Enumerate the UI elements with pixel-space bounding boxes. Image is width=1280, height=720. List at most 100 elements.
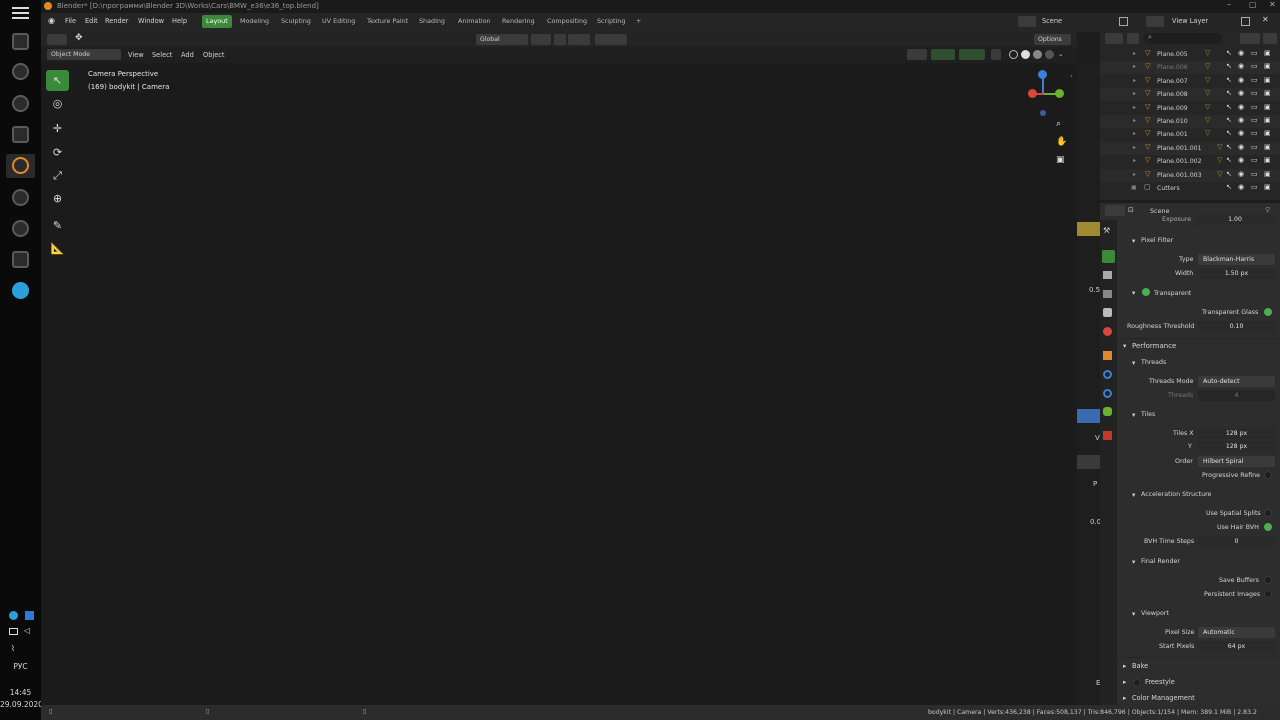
bake-header[interactable]: Bake [1132, 662, 1148, 670]
tiles-y-field[interactable]: 128 px [1198, 441, 1275, 452]
render-toggle-icon[interactable]: ▣ [1264, 116, 1271, 124]
shading-wire-icon[interactable] [1009, 50, 1018, 59]
shading-solid-icon[interactable] [1021, 50, 1030, 59]
tiles-x-field[interactable]: 128 px [1198, 428, 1275, 439]
eye-icon[interactable]: ◉ [1238, 116, 1244, 124]
orientation-dropdown[interactable]: Global [476, 34, 528, 45]
viewport-toggle-icon[interactable]: ▭ [1251, 129, 1258, 137]
tray-telegram-icon[interactable] [9, 611, 18, 620]
tiles-toggle[interactable]: ▾ [1132, 411, 1135, 419]
pan-hand-icon[interactable]: ✋ [1056, 137, 1067, 147]
new-collection-icon[interactable] [1263, 33, 1277, 44]
viewport-toggle-icon[interactable]: ▭ [1251, 76, 1258, 84]
row-name[interactable]: Cutters [1157, 185, 1180, 192]
width-field[interactable]: 1.50 px [1198, 268, 1275, 279]
row-name[interactable]: Plane.008 [1157, 91, 1188, 98]
render-toggle-icon[interactable]: ▣ [1264, 62, 1271, 70]
start-menu-icon[interactable] [12, 7, 29, 19]
render-toggle-icon[interactable]: ▣ [1264, 183, 1271, 191]
viewport-toggle-icon[interactable]: ▭ [1251, 89, 1258, 97]
threads-mode-dropdown[interactable]: Auto-detect [1198, 376, 1275, 387]
select-toggle-icon[interactable]: ↖ [1226, 129, 1232, 137]
threads-toggle[interactable]: ▾ [1132, 359, 1135, 367]
xray-icon[interactable] [991, 49, 1001, 60]
shading-options-icon[interactable]: ⌄ [1058, 50, 1064, 58]
file-explorer-icon[interactable] [12, 33, 29, 50]
scene-copy-icon[interactable] [1119, 17, 1128, 26]
row-expand-icon[interactable]: ▸ [1133, 77, 1136, 84]
pivot-icon[interactable] [531, 34, 551, 45]
row-name[interactable]: Plane.001.003 [1157, 172, 1202, 179]
viewport-section-toggle[interactable]: ▾ [1132, 610, 1135, 618]
eye-icon[interactable]: ◉ [1238, 76, 1244, 84]
eye-icon[interactable]: ◉ [1238, 49, 1244, 57]
threads-header[interactable]: Threads [1141, 359, 1166, 366]
visibility-icon[interactable] [907, 49, 927, 60]
progressive-refine-checkbox[interactable] [1264, 471, 1272, 479]
order-dropdown[interactable]: Hilbert Spiral [1198, 456, 1275, 467]
roughness-field[interactable]: 0.10 [1198, 321, 1275, 332]
active-tool-icon[interactable] [47, 34, 67, 45]
eye-icon[interactable]: ◉ [1238, 143, 1244, 151]
outliner-row[interactable]: ▸ ▽ Plane.005 ▽ ↖ ◉ ▭ ▣ [1100, 48, 1280, 61]
zoom-icon[interactable]: ⌕ [1056, 119, 1061, 129]
outliner-row[interactable]: ▸ ▽ Plane.001.001 ▽ ↖ ◉ ▭ ▣ [1100, 141, 1280, 155]
render-toggle-icon[interactable]: ▣ [1264, 170, 1271, 178]
outliner-row[interactable]: ▸ ▽ Plane.007 ▽ ↖ ◉ ▭ ▣ [1100, 75, 1280, 88]
view-layer-tab-icon[interactable] [1103, 290, 1112, 298]
clock-date[interactable]: 29.09.2020 [0, 700, 43, 709]
filter-icon[interactable] [1240, 33, 1260, 44]
render-toggle-icon[interactable]: ▣ [1264, 103, 1271, 111]
scene-tab-icon[interactable] [1103, 308, 1112, 317]
minimize-button[interactable]: – [1227, 0, 1231, 9]
scale-tool-icon[interactable]: ⤢ [46, 165, 69, 186]
gizmo-x-axis-icon[interactable] [1028, 89, 1037, 98]
render-toggle-icon[interactable]: ▣ [1264, 143, 1271, 151]
render-toggle-icon[interactable]: ▣ [1264, 76, 1271, 84]
annotate-tool-icon[interactable]: ✎ [46, 215, 69, 236]
tab-layout[interactable]: Layout [202, 15, 232, 28]
row-expand-icon[interactable]: ▸ [1133, 144, 1136, 151]
measure-tool-icon[interactable]: 📐 [46, 238, 69, 259]
transform-tool-icon[interactable]: ⊕ [46, 188, 69, 209]
view-layer-copy-icon[interactable] [1241, 17, 1250, 26]
freestyle-header[interactable]: Freestyle [1145, 678, 1175, 686]
tab-sculpting[interactable]: Sculpting [277, 15, 315, 28]
eye-icon[interactable]: ◉ [1238, 183, 1244, 191]
freestyle-checkbox[interactable] [1133, 679, 1141, 687]
collapse-sidebar-icon[interactable]: ‹ [1070, 72, 1073, 80]
tab-modeling[interactable]: Modeling [236, 15, 273, 28]
gizmo-y-axis-icon[interactable] [1055, 89, 1064, 98]
mode-dropdown[interactable]: Object Mode [47, 49, 121, 60]
final-render-header[interactable]: Final Render [1141, 558, 1180, 565]
viewport-toggle-icon[interactable]: ▭ [1251, 49, 1258, 57]
tab-texture-paint[interactable]: Texture Paint [363, 15, 412, 28]
menu-view[interactable]: View [128, 51, 144, 59]
tab-shading[interactable]: Shading [415, 15, 449, 28]
accel-toggle[interactable]: ▾ [1132, 491, 1135, 499]
blender-menu-icon[interactable]: ◉ [48, 16, 55, 25]
eye-icon[interactable]: ◉ [1238, 129, 1244, 137]
modifier-tab-icon[interactable] [1103, 370, 1112, 379]
eye-icon[interactable]: ◉ [1238, 62, 1244, 70]
tray-app-icon[interactable] [25, 611, 34, 620]
threads-count-field[interactable]: 4 [1198, 390, 1275, 401]
row-expand-icon[interactable]: ▸ [1133, 117, 1136, 124]
view-layer-remove-icon[interactable]: ✕ [1262, 15, 1269, 24]
hair-bvh-checkbox[interactable] [1264, 523, 1272, 531]
blender-taskbar-active[interactable] [6, 154, 35, 178]
menu-help[interactable]: Help [172, 17, 187, 25]
transparent-toggle[interactable]: ▾ [1132, 289, 1135, 297]
network-icon[interactable]: ⌇ [11, 644, 15, 653]
select-toggle-icon[interactable]: ↖ [1226, 49, 1232, 57]
battery-icon[interactable] [9, 628, 18, 635]
menu-select[interactable]: Select [152, 51, 172, 59]
gizmo-toggle-icon[interactable] [931, 49, 955, 60]
editor-type-icon[interactable] [1105, 33, 1123, 44]
pixel-filter-toggle[interactable]: ▾ [1132, 237, 1135, 245]
shading-material-icon[interactable] [1033, 50, 1042, 59]
accel-header[interactable]: Acceleration Structure [1141, 491, 1211, 498]
select-toggle-icon[interactable]: ↖ [1226, 156, 1232, 164]
viewport-toggle-icon[interactable]: ▭ [1251, 116, 1258, 124]
transparent-glass-checkbox[interactable] [1264, 308, 1272, 316]
